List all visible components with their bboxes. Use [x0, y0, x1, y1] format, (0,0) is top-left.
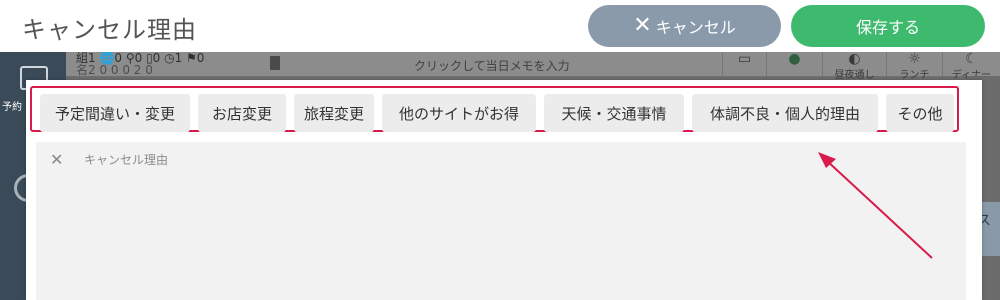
reason-chip-group: 予定間違い・変更 お店変更 旅程変更 他のサイトがお得 天候・交通事情 体調不良…	[30, 86, 959, 132]
close-icon: ✕	[633, 13, 652, 38]
moon-icon: ☾	[965, 51, 978, 67]
cancel-button[interactable]: ✕ キャンセル	[588, 5, 781, 47]
reason-chip[interactable]: 体調不良・個人的理由	[692, 94, 878, 132]
cancel-reason-screen: 予約 組1 🌐0 ⚲0 ▯0 ◷1 ⚑0 名2 0 0 0 2 0 クリックして…	[0, 0, 1000, 300]
tab-dinner[interactable]: ☾ ディナー	[942, 51, 1000, 81]
web-toggle[interactable]: ●	[766, 52, 822, 76]
save-button[interactable]: 保存する	[791, 5, 985, 47]
tab-all-day[interactable]: ◐ 昼夜通し	[822, 51, 886, 81]
cancel-reason-panel: 予定間違い・変更 お店変更 旅程変更 他のサイトがお得 天候・交通事情 体調不良…	[26, 80, 982, 300]
side-menu-label: 予約	[2, 102, 22, 113]
globe-icon: ●	[788, 51, 801, 67]
clear-icon[interactable]: ✕	[50, 150, 63, 169]
reason-chip[interactable]: お店変更	[198, 94, 286, 132]
memo-icon	[270, 56, 280, 70]
reason-chip[interactable]: その他	[886, 94, 954, 132]
stats-row-people: 名2 0 0 0 2 0	[76, 63, 153, 77]
memo-placeholder: クリックして当日メモを入力	[414, 59, 570, 73]
tab-lunch[interactable]: ☼ ランチ	[886, 51, 942, 81]
reservation-stats: 組1 🌐0 ⚲0 ▯0 ◷1 ⚑0 名2 0 0 0 2 0	[66, 52, 256, 76]
reason-chip[interactable]: 他のサイトがお得	[382, 94, 536, 132]
cancel-button-label: キャンセル	[655, 18, 736, 37]
modal-header: キャンセル理由 ✕ キャンセル 保存する	[0, 0, 1000, 52]
page-title: キャンセル理由	[22, 16, 197, 44]
display-toggle[interactable]: ▭	[722, 52, 766, 76]
save-button-label: 保存する	[855, 18, 920, 37]
reason-chip[interactable]: 予定間違い・変更	[40, 94, 190, 132]
reason-placeholder: キャンセル理由	[84, 153, 169, 167]
reason-textarea[interactable]: ✕ キャンセル理由	[36, 142, 966, 300]
sun-icon: ☼	[908, 51, 921, 67]
monitor-icon: ▭	[737, 51, 752, 67]
half-circle-icon: ◐	[848, 51, 861, 67]
reason-chip[interactable]: 旅程変更	[294, 94, 374, 132]
reason-chip[interactable]: 天候・交通事情	[544, 94, 684, 132]
